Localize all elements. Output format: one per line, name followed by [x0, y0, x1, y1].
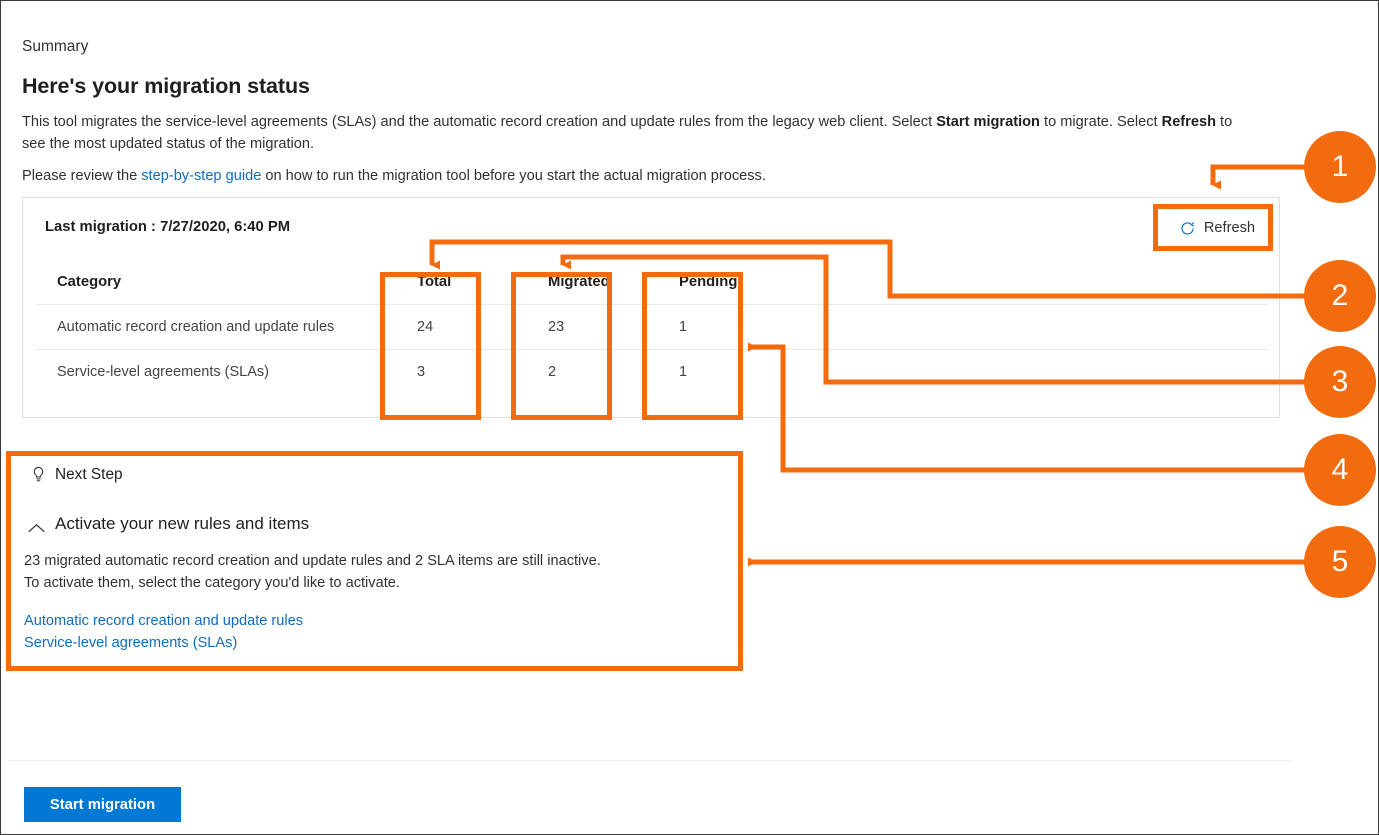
- cell-total: 3: [417, 364, 426, 380]
- footer-divider: [9, 760, 1291, 761]
- refresh-button-label: Refresh: [1203, 220, 1255, 236]
- link-automatic-record-rules[interactable]: Automatic record creation and update rul…: [24, 610, 303, 632]
- next-step-section-label: Activate your new rules and items: [55, 514, 310, 533]
- cell-total: 24: [417, 304, 548, 350]
- cell-category: Service-level agreements (SLAs): [57, 364, 269, 380]
- callout-badge-1: 1: [1304, 131, 1376, 203]
- intro-text-2: to migrate. Select: [1039, 114, 1162, 130]
- last-migration-label: Last migration : 7/27/2020, 6:40 PM: [45, 219, 291, 235]
- page-title: Here's your migration status: [22, 74, 310, 98]
- cell-migrated: 2: [548, 364, 557, 380]
- table-row: Automatic record creation and update rul…: [36, 304, 1268, 350]
- cell-migrated: 23: [548, 304, 679, 350]
- column-header-category: Category: [36, 268, 417, 305]
- step-by-step-guide-link[interactable]: step-by-step guide: [141, 168, 261, 184]
- cell-category: Automatic record creation and update rul…: [36, 304, 417, 350]
- guide-prefix: Please review the: [22, 168, 142, 184]
- guide-suffix: on how to run the migration tool before …: [261, 168, 766, 184]
- column-header-migrated: Migrated: [548, 268, 679, 305]
- intro-paragraph: This tool migrates the service-level agr…: [22, 111, 1250, 155]
- intro-text-1: This tool migrates the service-level agr…: [22, 114, 937, 130]
- callout-badge-4: 4: [1304, 434, 1376, 506]
- chevron-up-icon: [28, 519, 45, 532]
- cell-pending: 1: [679, 364, 688, 380]
- next-step-body-line-1: 23 migrated automatic record creation an…: [24, 553, 601, 569]
- next-step-panel: Next Step Activate your new rules and it…: [9, 453, 741, 669]
- table-header-row: Category Total Migrated Pending: [36, 268, 1268, 305]
- intro-bold-start-migration: Start migration: [936, 114, 1040, 130]
- column-header-spacer: [810, 268, 1268, 305]
- next-step-links: Automatic record creation and update rul…: [24, 610, 303, 654]
- start-migration-button[interactable]: Start migration: [24, 787, 181, 822]
- next-step-body-line-2: To activate them, select the category yo…: [24, 575, 400, 591]
- screenshot-root: Summary Here's your migration status Thi…: [0, 0, 1379, 835]
- page-eyebrow: Summary: [22, 38, 89, 55]
- lightbulb-icon: [31, 466, 46, 484]
- column-header-total: Total: [417, 268, 548, 305]
- next-step-title-label: Next Step: [55, 466, 123, 483]
- migration-status-table: Category Total Migrated Pending Automati…: [36, 268, 1268, 394]
- connector-1: [1210, 164, 1312, 190]
- callout-badge-2: 2: [1304, 260, 1376, 332]
- next-step-body: 23 migrated automatic record creation an…: [24, 550, 724, 594]
- link-service-level-agreements[interactable]: Service-level agreements (SLAs): [24, 632, 303, 654]
- callout-badge-3: 3: [1304, 346, 1376, 418]
- next-step-section-heading[interactable]: Activate your new rules and items: [28, 514, 309, 534]
- cell-pending: 1: [679, 304, 810, 350]
- table-row: Service-level agreements (SLAs) 3 2 1: [36, 350, 1268, 395]
- column-header-pending: Pending: [679, 268, 810, 305]
- callout-badge-5: 5: [1304, 526, 1376, 598]
- migration-status-card: Last migration : 7/27/2020, 6:40 PM Refr…: [22, 197, 1280, 418]
- intro-bold-refresh: Refresh: [1161, 114, 1216, 130]
- guide-paragraph: Please review the step-by-step guide on …: [22, 165, 766, 187]
- refresh-button[interactable]: Refresh: [1166, 212, 1267, 244]
- refresh-icon: [1179, 220, 1196, 237]
- next-step-title: Next Step: [31, 466, 123, 484]
- cell-spacer: [810, 304, 1268, 350]
- cell-spacer: [810, 350, 1268, 395]
